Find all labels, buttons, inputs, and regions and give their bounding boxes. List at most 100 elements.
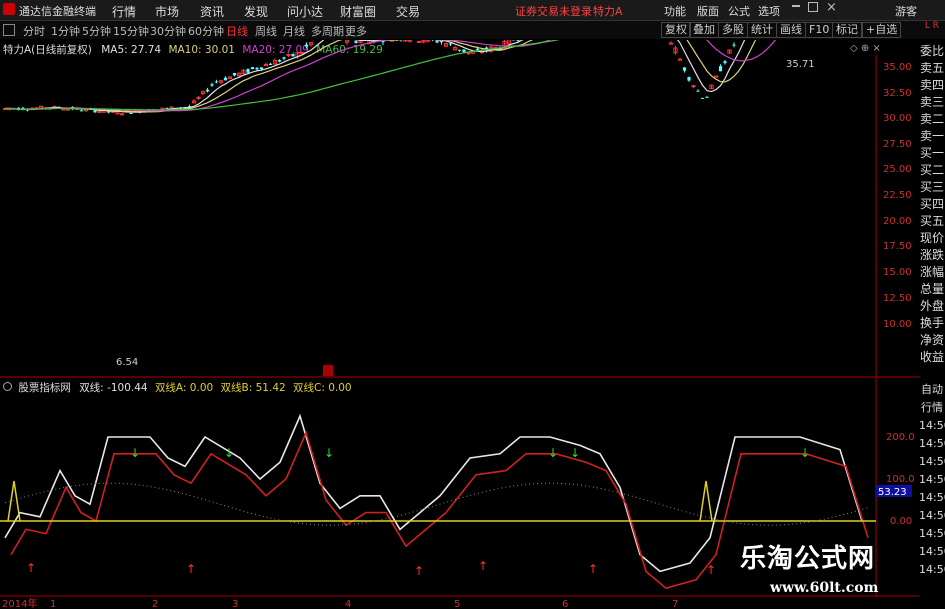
- tool-stats[interactable]: 统计: [747, 22, 777, 38]
- candle-body: [286, 53, 291, 56]
- side-tab[interactable]: 外盘: [919, 299, 945, 314]
- menu-function[interactable]: 功能: [664, 3, 686, 19]
- side-tab[interactable]: 买二: [919, 163, 945, 178]
- ma-line: [4, 40, 746, 113]
- side-tab[interactable]: 买五: [919, 214, 945, 229]
- period-tab-30min[interactable]: 30分钟: [150, 23, 186, 39]
- menu-formula[interactable]: 公式: [728, 3, 750, 19]
- side-tab[interactable]: 换手: [919, 316, 945, 331]
- tool-mark[interactable]: 标记: [832, 22, 862, 38]
- tool-adjust[interactable]: 复权: [661, 22, 691, 38]
- x-tick: 7: [672, 599, 678, 609]
- period-tab-multi[interactable]: 多周期: [311, 23, 344, 39]
- chart-canvas: ↓ ↓ ↓ ↓ ↓ ↓↑ ↑ ↑ ↑ ↑ ↑ 35.00 32.50 30.00 27.50 25.…: [0, 40, 919, 609]
- indicator-dotted-line: [4, 482, 870, 526]
- current-value-label: 53.23: [878, 487, 907, 498]
- indicator-line-b-label: 双线B: 51.42: [220, 382, 286, 394]
- tool-draw[interactable]: 画线: [776, 22, 806, 38]
- side-tab[interactable]: 现价: [919, 231, 945, 246]
- side-tab[interactable]: 买一: [919, 146, 945, 161]
- side-tab[interactable]: 卖二: [919, 112, 945, 127]
- candle-body: [93, 110, 97, 113]
- period-tab-intraday[interactable]: 分时: [23, 23, 45, 39]
- menu-item-ask[interactable]: 问小达: [287, 3, 323, 20]
- candle-body: [700, 97, 705, 99]
- buy-arrow-icon: ↑: [706, 563, 716, 577]
- indicator-title[interactable]: 股票指标网: [18, 382, 71, 394]
- candle-body: [255, 67, 259, 70]
- sell-arrow-icon: ↓: [224, 446, 234, 460]
- candle-body: [416, 40, 422, 43]
- side-tab[interactable]: 涨跌: [919, 248, 945, 263]
- period-tab-daily[interactable]: 日线: [226, 23, 248, 39]
- period-tab-5min[interactable]: 5分钟: [82, 23, 111, 39]
- buy-arrow-icon: ↑: [26, 561, 36, 575]
- tool-add-watch[interactable]: +自选: [862, 22, 902, 38]
- period-tab-15min[interactable]: 15分钟: [113, 23, 149, 39]
- side-tab[interactable]: 涨幅: [919, 265, 945, 280]
- side-tab[interactable]: 净资: [919, 333, 945, 348]
- high-price-label: 35.71: [786, 59, 815, 70]
- side-tab[interactable]: 总量: [919, 282, 945, 297]
- candle-body: [282, 57, 286, 59]
- side-tab[interactable]: 卖四: [919, 78, 945, 93]
- side-tab[interactable]: 卖五: [919, 61, 945, 76]
- candle-body: [718, 66, 723, 72]
- app-logo-icon: [3, 3, 15, 15]
- candle-body: [687, 77, 691, 81]
- price-tick: 12.50: [883, 293, 912, 304]
- sell-arrow-icon: ↓: [570, 446, 580, 460]
- menu-layout[interactable]: 版面: [697, 3, 719, 19]
- maximize-icon[interactable]: [808, 2, 818, 12]
- menu-item-trade[interactable]: 交易: [396, 3, 420, 20]
- tool-overlay[interactable]: 叠加: [689, 22, 719, 38]
- indicator-settings-icon[interactable]: [3, 382, 12, 391]
- x-tick: 2014年: [2, 597, 37, 609]
- tool-f10[interactable]: F10: [805, 22, 834, 38]
- tick-row: 14:50: [919, 491, 945, 504]
- period-tab-1min[interactable]: 1分钟: [51, 23, 80, 39]
- tick-row: 行情: [921, 401, 943, 414]
- side-tab[interactable]: 买三: [919, 180, 945, 195]
- menu-options[interactable]: 选项: [758, 3, 780, 19]
- candle-body: [79, 110, 84, 112]
- tick-row: 14:50: [919, 545, 945, 558]
- login-status[interactable]: 证券交易未登录: [515, 3, 592, 19]
- side-tab[interactable]: 委比: [919, 44, 945, 59]
- tool-multi-stock[interactable]: 多股: [718, 22, 748, 38]
- side-tab[interactable]: 收益: [919, 350, 945, 365]
- period-tab-monthly[interactable]: 月线: [283, 23, 305, 39]
- signal-spike: [699, 480, 713, 522]
- side-tab[interactable]: 卖三: [919, 95, 945, 110]
- price-tick: 32.50: [883, 88, 912, 99]
- x-tick: 2: [152, 599, 158, 609]
- tick-row: 14:50: [919, 509, 945, 522]
- x-tick: 6: [562, 599, 568, 609]
- period-tab-60min[interactable]: 60分钟: [188, 23, 224, 39]
- close-icon[interactable]: ×: [826, 0, 837, 15]
- toolbar-menu-icon[interactable]: [3, 24, 15, 36]
- menu-item-news[interactable]: 资讯: [200, 3, 224, 20]
- quote-side-panel: 委比卖五卖四卖三卖二卖一买一买二买三买四买五现价涨跌涨幅总量外盘换手净资收益: [919, 44, 945, 374]
- event-marker-icon[interactable]: [323, 365, 333, 376]
- candle-body: [682, 67, 687, 71]
- menu-item-discover[interactable]: 发现: [244, 3, 268, 20]
- price-ticks: 35.00 32.50 30.00 27.50 25.00 22.50 20.0…: [883, 62, 912, 330]
- candle-body: [677, 58, 683, 61]
- side-tab[interactable]: 买四: [919, 197, 945, 212]
- side-tab[interactable]: 卖一: [919, 129, 945, 144]
- tick-row: 14:50: [919, 527, 945, 540]
- menu-item-market[interactable]: 行情: [112, 3, 136, 20]
- candle-body: [299, 51, 305, 54]
- candle-body: [196, 96, 201, 99]
- menu-item-wealth[interactable]: 财富圈: [340, 3, 376, 20]
- period-tab-weekly[interactable]: 周线: [255, 23, 277, 39]
- price-tick: 10.00: [883, 319, 912, 330]
- menu-item-board[interactable]: 市场: [155, 3, 179, 20]
- guest-label[interactable]: 游客: [895, 3, 917, 19]
- period-toolbar: 分时 1分钟 5分钟 15分钟 30分钟 60分钟 日线 周线 月线 多周期 更…: [0, 21, 945, 39]
- minimize-icon[interactable]: [792, 5, 800, 7]
- period-tab-more[interactable]: 更多: [345, 23, 367, 39]
- candle-body: [223, 77, 228, 81]
- side-panel-toggle-icon[interactable]: L R: [919, 22, 945, 40]
